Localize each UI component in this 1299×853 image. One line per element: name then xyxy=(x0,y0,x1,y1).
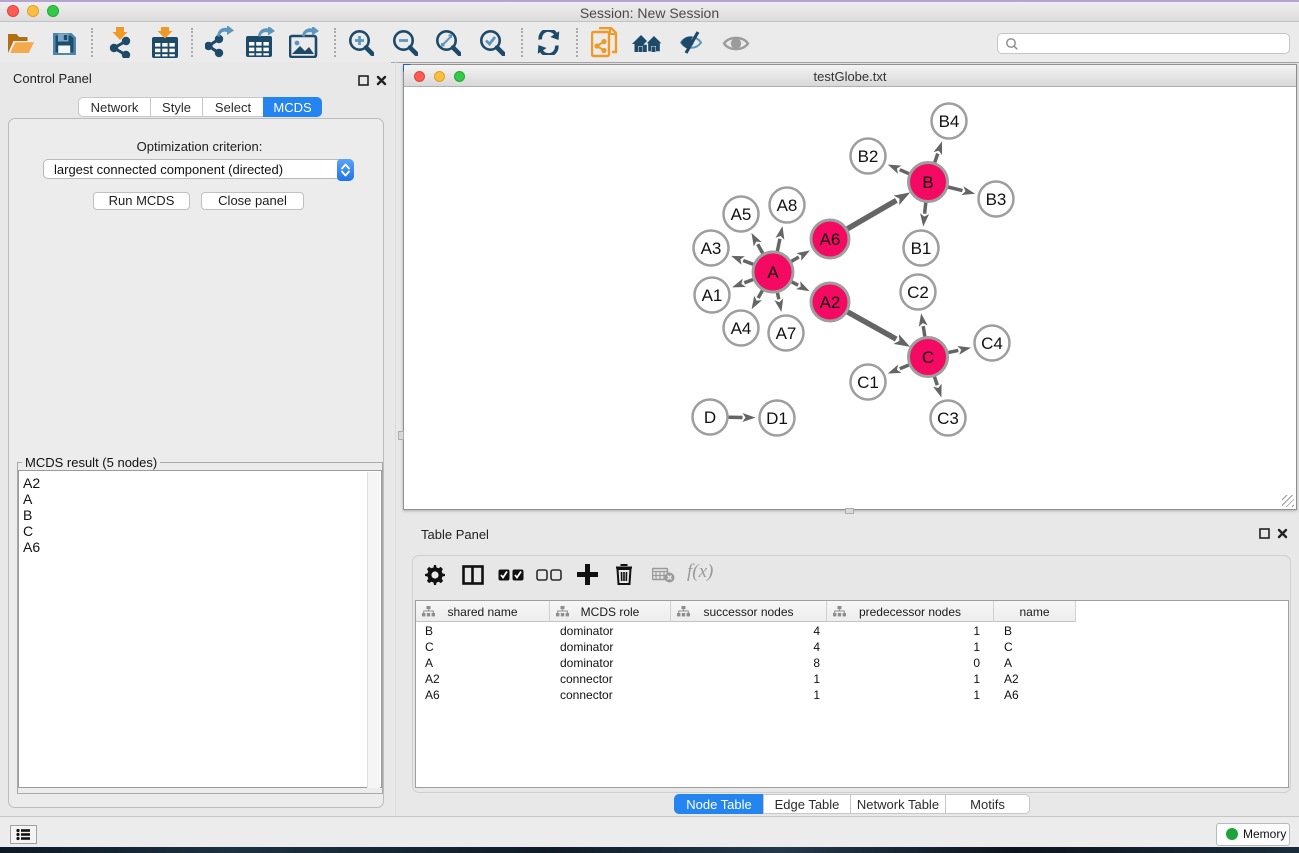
svg-text:A: A xyxy=(767,263,779,282)
svg-text:C3: C3 xyxy=(937,409,959,428)
svg-text:D1: D1 xyxy=(766,409,788,428)
svg-text:A4: A4 xyxy=(731,319,752,338)
svg-text:A6: A6 xyxy=(820,230,841,249)
svg-text:C1: C1 xyxy=(857,373,879,392)
svg-text:D: D xyxy=(704,408,716,427)
svg-text:C2: C2 xyxy=(907,283,929,302)
svg-text:C4: C4 xyxy=(981,334,1003,353)
svg-text:A8: A8 xyxy=(777,196,798,215)
svg-text:C: C xyxy=(922,348,934,367)
svg-text:B3: B3 xyxy=(986,190,1007,209)
svg-text:B4: B4 xyxy=(939,112,960,131)
svg-text:A5: A5 xyxy=(731,205,752,224)
svg-text:A1: A1 xyxy=(702,286,723,305)
svg-text:A7: A7 xyxy=(776,324,797,343)
svg-text:A2: A2 xyxy=(820,293,841,312)
svg-text:B1: B1 xyxy=(911,239,932,258)
svg-text:A3: A3 xyxy=(701,239,722,258)
svg-text:B: B xyxy=(922,173,933,192)
svg-text:B2: B2 xyxy=(858,147,879,166)
